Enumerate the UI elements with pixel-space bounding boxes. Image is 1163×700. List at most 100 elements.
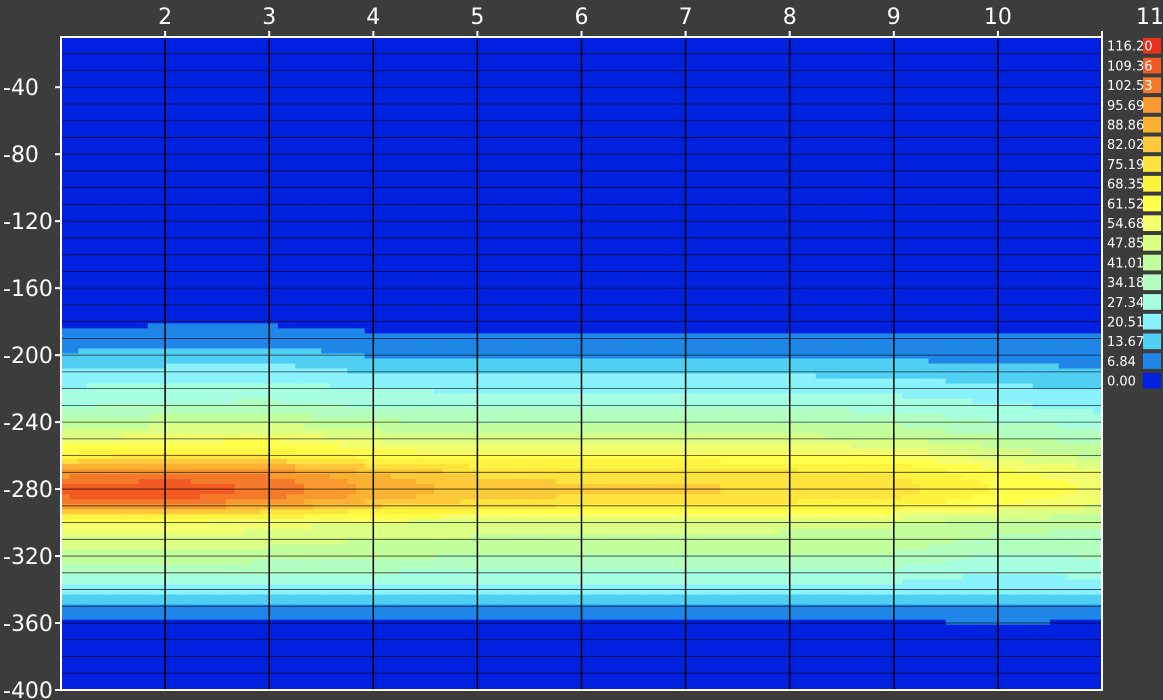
heatmap-cell (182, 52, 192, 58)
heatmap-cell (720, 112, 730, 118)
heatmap-cell (182, 142, 192, 149)
heatmap-cell (902, 92, 912, 98)
heatmap-cell (87, 202, 97, 209)
heatmap-cell (78, 127, 88, 134)
heatmap-cell (104, 197, 114, 204)
heatmap-cell (876, 47, 886, 53)
heatmap-cell (78, 157, 88, 164)
heatmap-cell (1032, 122, 1042, 129)
heatmap-cell (121, 147, 131, 154)
heatmap-cell (390, 47, 400, 53)
heatmap-cell (876, 162, 886, 169)
heatmap-cell (381, 77, 392, 83)
heatmap-cell (876, 217, 886, 224)
heatmap-cell (971, 152, 982, 159)
heatmap-cell (104, 227, 114, 234)
heatmap-cell (676, 97, 687, 103)
heatmap-cell (208, 87, 218, 93)
heatmap-cell (859, 157, 869, 164)
heatmap-cell (538, 157, 548, 164)
heatmap-cell (824, 197, 834, 204)
heatmap-cell (971, 237, 982, 244)
heatmap-cell (390, 242, 400, 249)
heatmap-cell (165, 222, 175, 229)
heatmap-cell (182, 167, 192, 174)
heatmap-cell (468, 162, 478, 169)
heatmap-cell (373, 152, 383, 159)
heatmap-cell (581, 52, 591, 58)
heatmap-cell (512, 92, 522, 98)
heatmap-cell (807, 47, 817, 53)
heatmap-cell (520, 217, 531, 224)
heatmap-cell (928, 227, 938, 234)
heatmap-cell (381, 162, 392, 169)
heatmap-cell (937, 72, 947, 78)
heatmap-cell (139, 207, 149, 214)
heatmap-cell (251, 117, 262, 123)
heatmap-cell (572, 127, 583, 134)
heatmap-cell (928, 67, 938, 73)
heatmap-cell (217, 42, 227, 48)
heatmap-cell (807, 192, 817, 199)
heatmap-cell (945, 137, 956, 144)
heatmap-cell (581, 137, 591, 144)
heatmap-cell (87, 112, 97, 118)
heatmap-cell (1032, 217, 1042, 224)
heatmap-cell (338, 147, 348, 154)
heatmap-cell (338, 127, 348, 134)
heatmap-cell (728, 212, 739, 219)
heatmap-cell (581, 172, 591, 179)
heatmap-cell (1067, 62, 1077, 68)
heatmap-cell (139, 192, 149, 199)
heatmap-cell (607, 227, 617, 234)
heatmap-cell (676, 122, 687, 129)
heatmap-cell (1015, 47, 1025, 53)
heatmap-cell (260, 177, 270, 184)
heatmap-cell (876, 167, 886, 174)
heatmap-cell (251, 162, 262, 169)
heatmap-cell (624, 47, 635, 53)
heatmap-cell (989, 112, 999, 118)
heatmap-cell (494, 117, 505, 123)
heatmap-cell (503, 117, 513, 123)
heatmap-cell (312, 172, 322, 179)
heatmap-cell (841, 142, 852, 149)
heatmap-cell (963, 222, 973, 229)
heatmap-cell (390, 217, 400, 224)
heatmap-cell (1041, 87, 1051, 93)
heatmap-cell (954, 72, 964, 78)
heatmap-cell (650, 117, 661, 123)
heatmap-cell (702, 107, 713, 113)
heatmap-cell (390, 237, 400, 244)
heatmap-cell (564, 227, 574, 234)
heatmap-cell (234, 77, 244, 83)
heatmap-cell (694, 122, 704, 129)
heatmap-cell (130, 157, 140, 164)
heatmap-cell (87, 107, 97, 113)
heatmap-cell (295, 162, 305, 169)
heatmap-cell (121, 222, 131, 229)
heatmap-cell (199, 197, 210, 204)
heatmap-cell (1023, 142, 1034, 149)
heatmap-cell (347, 62, 357, 68)
heatmap-cell (702, 137, 713, 144)
heatmap-cell (616, 197, 626, 204)
heatmap-cell (399, 162, 409, 169)
heatmap-cell (329, 147, 340, 154)
heatmap-cell (789, 217, 799, 224)
heatmap-cell (1015, 197, 1025, 204)
heatmap-cell (581, 67, 591, 73)
heatmap-cell (833, 97, 843, 103)
heatmap-cell (434, 167, 444, 174)
heatmap-cell (642, 167, 652, 174)
heatmap-cell (711, 162, 721, 169)
heatmap-cell (113, 47, 123, 53)
heatmap-cell (95, 237, 105, 244)
heatmap-cell (997, 77, 1008, 83)
heatmap-cell (217, 162, 227, 169)
heatmap-cell (442, 52, 452, 58)
heatmap-cell (347, 172, 357, 179)
heatmap-cell (494, 147, 505, 154)
heatmap-cell (694, 152, 704, 159)
heatmap-cell (78, 117, 88, 123)
